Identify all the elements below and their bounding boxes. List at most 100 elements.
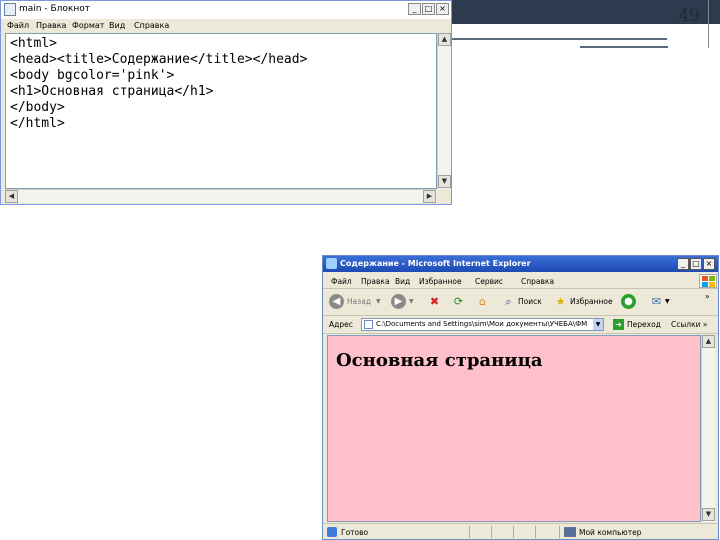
menu-view[interactable]: Вид	[395, 277, 410, 286]
menu-view[interactable]: Вид	[109, 21, 125, 30]
back-dropdown-icon[interactable]: ▼	[376, 298, 381, 305]
menu-favorites[interactable]: Избранное	[419, 277, 462, 286]
code-line: <h1>Основная страница</h1>	[10, 84, 214, 99]
status-bar: Готово Мой компьютер	[323, 523, 718, 539]
notepad-text-area[interactable]: <html> <head><title>Содержание</title></h…	[5, 33, 437, 189]
code-line: <head><title>Содержание</title></head>	[10, 52, 308, 67]
address-value: C:\Documents and Settings\sim\Мои докуме…	[376, 320, 588, 328]
slide-page-number: 49	[678, 6, 700, 26]
stop-button[interactable]: ✖	[427, 294, 442, 309]
slide-vertical-line	[708, 0, 709, 48]
scroll-up-icon[interactable]: ▲	[438, 33, 451, 46]
notepad-app-icon	[4, 3, 16, 16]
zone-text: Мой компьютер	[579, 528, 642, 537]
menu-help[interactable]: Справка	[134, 21, 169, 30]
scroll-down-icon[interactable]: ▼	[438, 175, 451, 188]
menu-tools[interactable]: Сервис	[475, 277, 503, 286]
links-more-chevron[interactable]: »	[703, 320, 708, 329]
scroll-right-icon[interactable]: ▶	[423, 190, 436, 203]
status-divider	[535, 526, 536, 538]
slide-divider-line-short	[580, 46, 668, 48]
media-button[interactable]: ●	[621, 294, 636, 309]
browser-toolbar: ◀ Назад ▼ ▶ ▼ ✖ ⟳ ⌂ ⌕ Поиск ★ Избранное …	[323, 289, 718, 316]
forward-dropdown-icon[interactable]: ▼	[409, 298, 414, 305]
menu-file[interactable]: Файл	[331, 277, 352, 286]
menu-file[interactable]: Файл	[7, 21, 29, 30]
toolbar-more-chevron[interactable]: »	[705, 292, 710, 301]
ie-app-icon	[326, 258, 337, 269]
mail-button[interactable]: ✉ ▼	[649, 294, 670, 309]
notepad-vertical-scrollbar[interactable]: ▲ ▼	[437, 33, 451, 189]
mail-dropdown-icon[interactable]: ▼	[665, 298, 670, 305]
back-button[interactable]: ◀ Назад ▼	[329, 294, 381, 309]
search-icon: ⌕	[505, 295, 512, 308]
slide-divider-line	[452, 38, 667, 40]
code-line: <html>	[10, 36, 57, 51]
page-content: Основная страница	[327, 335, 701, 522]
star-icon: ★	[555, 295, 566, 308]
go-label: Переход	[627, 320, 661, 329]
media-icon: ●	[621, 294, 636, 309]
menu-edit[interactable]: Правка	[361, 277, 390, 286]
home-icon: ⌂	[479, 295, 486, 308]
go-button[interactable]: ➜ Переход	[613, 319, 661, 330]
refresh-icon: ⟳	[453, 295, 464, 308]
status-divider	[559, 526, 560, 538]
home-button[interactable]: ⌂	[475, 294, 490, 309]
status-text: Готово	[341, 528, 369, 537]
address-label: Адрес	[329, 320, 353, 329]
close-button[interactable]: ×	[436, 3, 449, 15]
close-button[interactable]: ×	[703, 258, 715, 270]
forward-button[interactable]: ▶ ▼	[391, 294, 414, 309]
menu-help[interactable]: Справка	[521, 277, 554, 286]
computer-icon	[564, 527, 576, 537]
search-button[interactable]: ⌕ Поиск	[501, 294, 542, 309]
browser-menu-bar: Файл Правка Вид Избранное Сервис Справка	[323, 273, 718, 289]
back-arrow-icon: ◀	[329, 294, 344, 309]
menu-format[interactable]: Формат	[72, 21, 104, 30]
notepad-title: main - Блокнот	[19, 4, 90, 14]
go-arrow-icon: ➜	[613, 319, 624, 330]
page-heading: Основная страница	[336, 350, 543, 371]
html-source-code: <html> <head><title>Содержание</title></h…	[10, 36, 307, 132]
scroll-up-icon[interactable]: ▲	[702, 335, 715, 348]
windows-logo-icon	[699, 274, 717, 288]
maximize-button[interactable]: □	[422, 3, 435, 15]
favorites-label: Избранное	[570, 297, 613, 306]
code-line: </body>	[10, 100, 65, 115]
notepad-horizontal-scrollbar[interactable]: ◀ ▶	[5, 189, 437, 203]
status-divider	[491, 526, 492, 538]
address-bar: Адрес C:\Documents and Settings\sim\Мои …	[323, 316, 718, 334]
minimize-button[interactable]: _	[408, 3, 421, 15]
resize-grip[interactable]	[437, 189, 451, 203]
browser-title: Содержание - Microsoft Internet Explorer	[340, 259, 531, 268]
notepad-window: main - Блокнот _ □ × Файл Правка Формат …	[0, 0, 452, 205]
status-divider	[469, 526, 470, 538]
address-input[interactable]: C:\Documents and Settings\sim\Мои докуме…	[361, 318, 604, 331]
notepad-title-bar[interactable]: main - Блокнот _ □ ×	[1, 1, 451, 19]
search-label: Поиск	[518, 297, 542, 306]
page-status-icon	[327, 527, 337, 537]
code-line: <body bgcolor='pink'>	[10, 68, 175, 83]
refresh-button[interactable]: ⟳	[451, 294, 466, 309]
address-dropdown-icon[interactable]: ▼	[593, 319, 603, 330]
scroll-down-icon[interactable]: ▼	[702, 508, 715, 521]
forward-arrow-icon: ▶	[391, 294, 406, 309]
minimize-button[interactable]: _	[677, 258, 689, 270]
maximize-button[interactable]: □	[690, 258, 702, 270]
mail-icon: ✉	[651, 295, 662, 308]
code-line: </html>	[10, 116, 65, 131]
status-divider	[513, 526, 514, 538]
links-button[interactable]: Ссылки »	[671, 320, 707, 329]
menu-edit[interactable]: Правка	[36, 21, 66, 30]
notepad-menu-bar: Файл Правка Формат Вид Справка	[1, 19, 451, 33]
page-icon	[364, 320, 373, 329]
stop-icon: ✖	[429, 295, 440, 308]
scroll-left-icon[interactable]: ◀	[5, 190, 18, 203]
favorites-button[interactable]: ★ Избранное	[553, 294, 613, 309]
back-label: Назад	[347, 297, 372, 306]
browser-window: Содержание - Microsoft Internet Explorer…	[322, 255, 719, 540]
browser-title-bar[interactable]: Содержание - Microsoft Internet Explorer…	[323, 256, 718, 272]
links-label: Ссылки	[671, 320, 701, 329]
browser-vertical-scrollbar[interactable]: ▲ ▼	[701, 335, 715, 522]
